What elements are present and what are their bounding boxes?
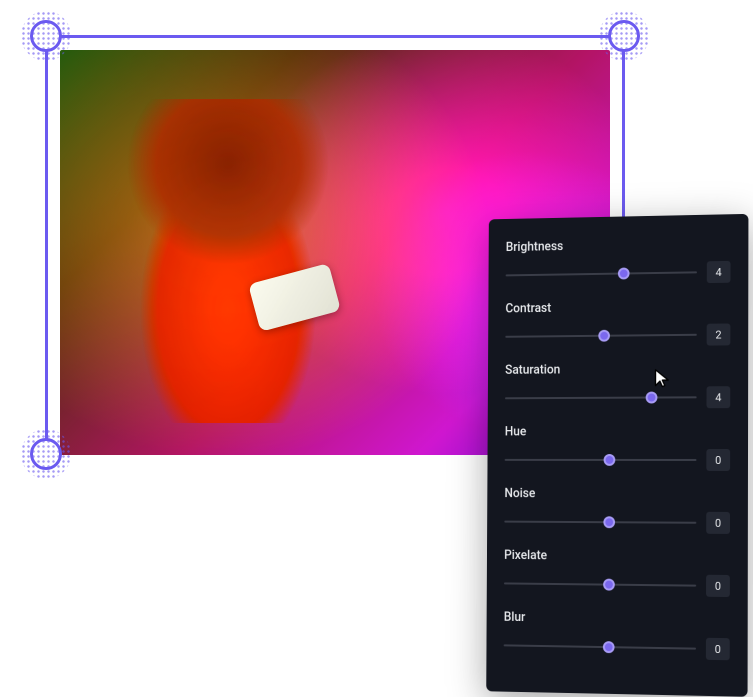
slider-thumb[interactable] xyxy=(604,454,616,466)
slider-row-saturation: Saturation 4 xyxy=(505,361,730,409)
slider-value[interactable]: 4 xyxy=(706,386,730,408)
resize-handle-bottom-left[interactable] xyxy=(30,438,62,470)
slider-row-pixelate: Pixelate 0 xyxy=(504,548,730,597)
slider-label: Pixelate xyxy=(504,548,730,565)
saturation-slider[interactable] xyxy=(505,396,697,399)
slider-thumb[interactable] xyxy=(603,641,615,653)
slider-row-hue: Hue 0 xyxy=(505,424,731,471)
slider-label: Saturation xyxy=(505,361,730,377)
slider-thumb[interactable] xyxy=(646,392,658,404)
adjustments-panel: Brightness 4 Contrast 2 Saturation 4 Hue xyxy=(486,214,748,697)
slider-row-brightness: Brightness 4 xyxy=(506,236,731,286)
slider-value[interactable]: 0 xyxy=(706,449,730,471)
brightness-slider[interactable] xyxy=(506,271,697,276)
slider-label: Noise xyxy=(504,486,730,502)
slider-label: Blur xyxy=(504,610,730,628)
slider-value[interactable]: 0 xyxy=(706,575,730,597)
slider-thumb[interactable] xyxy=(603,579,615,591)
noise-slider[interactable] xyxy=(504,521,696,524)
slider-row-contrast: Contrast 2 xyxy=(505,299,730,348)
resize-handle-top-right[interactable] xyxy=(608,20,640,52)
slider-value[interactable]: 0 xyxy=(706,512,730,534)
slider-label: Brightness xyxy=(506,236,731,255)
slider-thumb[interactable] xyxy=(618,268,630,280)
slider-value[interactable]: 0 xyxy=(706,638,730,660)
slider-label: Contrast xyxy=(505,299,730,317)
slider-label: Hue xyxy=(505,424,730,439)
slider-thumb[interactable] xyxy=(598,330,610,342)
contrast-slider[interactable] xyxy=(505,334,697,338)
slider-thumb[interactable] xyxy=(603,516,615,528)
slider-value[interactable]: 4 xyxy=(707,261,731,283)
slider-row-noise: Noise 0 xyxy=(504,486,730,534)
resize-handle-top-left[interactable] xyxy=(30,20,62,52)
pixelate-slider[interactable] xyxy=(504,582,696,586)
hue-slider[interactable] xyxy=(505,459,697,461)
blur-slider[interactable] xyxy=(504,644,696,649)
slider-value[interactable]: 2 xyxy=(707,323,731,345)
slider-row-blur: Blur 0 xyxy=(504,610,730,660)
